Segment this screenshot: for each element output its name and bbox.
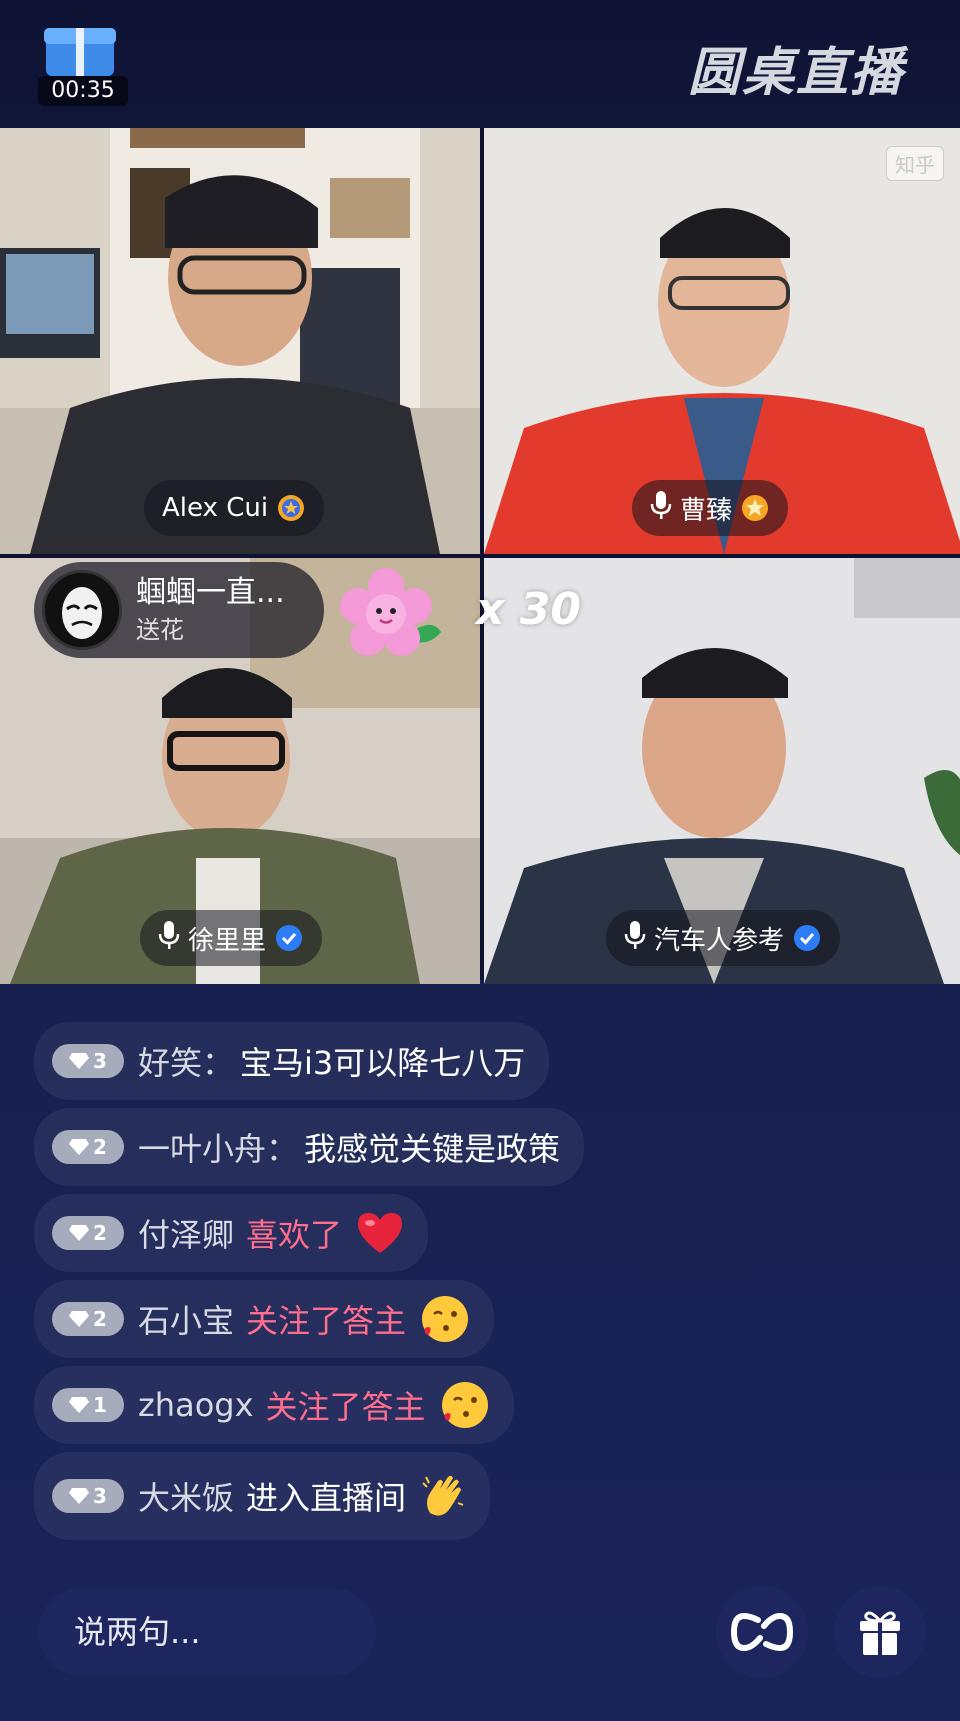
mask-avatar-icon bbox=[45, 573, 119, 647]
diamond-icon bbox=[69, 1488, 90, 1504]
top-bar: 00:35 圆桌直播 bbox=[0, 0, 960, 128]
zhihu-watermark: 知乎 bbox=[886, 146, 944, 181]
diamond-icon bbox=[69, 1053, 90, 1069]
heart-icon bbox=[356, 1211, 404, 1255]
chat-text: 我感觉关键是政策 bbox=[304, 1130, 561, 1168]
chat-username[interactable]: 一叶小舟： bbox=[138, 1124, 298, 1170]
chat-message[interactable]: 2 一叶小舟： 我感觉关键是政策 bbox=[34, 1108, 585, 1186]
brand-logo: 圆桌直播 bbox=[687, 43, 904, 103]
chat-message[interactable]: 1 zhaogx 关注了答主 bbox=[34, 1366, 514, 1444]
verified-badge-icon bbox=[274, 923, 304, 953]
gold-badge-icon bbox=[740, 493, 770, 523]
link-icon bbox=[730, 1612, 794, 1652]
user-level-badge: 2 bbox=[52, 1130, 124, 1164]
participant-name-tag: 曹臻 bbox=[632, 480, 789, 536]
chat-text: 宝马i3可以降七八万 bbox=[240, 1044, 526, 1082]
microphone-icon bbox=[158, 920, 180, 957]
chat-username[interactable]: zhaogx bbox=[138, 1386, 254, 1424]
flower-icon bbox=[336, 566, 446, 666]
gift-button[interactable] bbox=[834, 1586, 926, 1678]
chat-message[interactable]: 2 付泽卿 喜欢了 bbox=[34, 1194, 429, 1272]
user-level: 3 bbox=[93, 1484, 107, 1508]
chat-message[interactable]: 2 石小宝 关注了答主 bbox=[34, 1280, 495, 1358]
user-level: 3 bbox=[93, 1049, 107, 1073]
chat-message[interactable]: 3 大米饭 进入直播间 bbox=[34, 1452, 491, 1540]
user-level-badge: 3 bbox=[52, 1479, 124, 1513]
diamond-icon bbox=[69, 1311, 90, 1327]
participant-name: 曹臻 bbox=[680, 495, 733, 526]
kiss-emoji-icon bbox=[420, 1294, 470, 1344]
participant-name: 汽车人参考 bbox=[654, 925, 785, 956]
countdown-timer: 00:35 bbox=[38, 76, 128, 106]
gift-action: 送花 bbox=[136, 616, 184, 644]
live-room: 00:35 圆桌直播 Alex Cui 知乎 曹臻 徐里里 汽车人参考 蝈蝈一直… bbox=[0, 0, 960, 1721]
diamond-icon bbox=[69, 1397, 90, 1413]
gift-sender-name: 蝈蝈一直... bbox=[136, 575, 285, 610]
clap-emoji-icon bbox=[420, 1473, 466, 1519]
verified-badge-icon bbox=[792, 923, 822, 953]
user-level: 2 bbox=[93, 1221, 107, 1245]
avatar[interactable] bbox=[42, 570, 122, 650]
diamond-icon bbox=[69, 1225, 90, 1241]
chat-system-text: 关注了答主 bbox=[246, 1302, 407, 1340]
chat-list: 3 好笑： 宝马i3可以降七八万 2 一叶小舟： 我感觉关键是政策 2 付泽卿 … bbox=[34, 1022, 734, 1540]
user-level-badge: 1 bbox=[52, 1388, 124, 1422]
chat-system-text: 喜欢了 bbox=[246, 1216, 343, 1254]
user-level: 2 bbox=[93, 1307, 107, 1331]
video-grid: Alex Cui 知乎 曹臻 徐里里 汽车人参考 bbox=[0, 128, 960, 984]
participant-name-tag: 徐里里 bbox=[140, 910, 323, 966]
user-level-badge: 3 bbox=[52, 1044, 124, 1078]
participant-name: 徐里里 bbox=[188, 925, 267, 956]
participant-name: Alex Cui bbox=[162, 493, 269, 523]
video-tile-2[interactable]: 知乎 曹臻 bbox=[484, 128, 960, 554]
gold-badge-icon bbox=[276, 493, 306, 523]
chat-username[interactable]: 好笑： bbox=[138, 1038, 234, 1084]
chat-username[interactable]: 付泽卿 bbox=[138, 1210, 234, 1256]
comment-input[interactable]: 说两句... bbox=[38, 1588, 376, 1676]
diamond-icon bbox=[69, 1139, 90, 1155]
user-level-badge: 2 bbox=[52, 1302, 124, 1336]
user-level: 2 bbox=[93, 1135, 107, 1159]
chat-system-text: 关注了答主 bbox=[265, 1388, 426, 1426]
gift-box-icon bbox=[44, 28, 116, 76]
participant-name-tag: Alex Cui bbox=[144, 480, 325, 536]
user-level: 1 bbox=[93, 1393, 107, 1417]
microphone-icon bbox=[650, 490, 672, 527]
kiss-emoji-icon bbox=[440, 1380, 490, 1430]
microphone-icon bbox=[624, 920, 646, 957]
gift-texts: 蝈蝈一直... 送花 bbox=[136, 573, 285, 647]
chat-username[interactable]: 石小宝 bbox=[138, 1296, 234, 1342]
user-level-badge: 2 bbox=[52, 1216, 124, 1250]
gift-icon bbox=[860, 1611, 900, 1655]
gift-count: x 30 bbox=[476, 584, 581, 635]
chat-username[interactable]: 大米饭 bbox=[138, 1473, 234, 1519]
chat-message[interactable]: 3 好笑： 宝马i3可以降七八万 bbox=[34, 1022, 550, 1100]
gift-notification: 蝈蝈一直... 送花 bbox=[34, 562, 324, 658]
chat-system-text: 进入直播间 bbox=[246, 1479, 407, 1517]
share-button[interactable] bbox=[716, 1586, 808, 1678]
gift-box-timer[interactable]: 00:35 bbox=[38, 26, 128, 106]
video-tile-1[interactable]: Alex Cui bbox=[0, 128, 480, 554]
participant-name-tag: 汽车人参考 bbox=[606, 910, 841, 966]
